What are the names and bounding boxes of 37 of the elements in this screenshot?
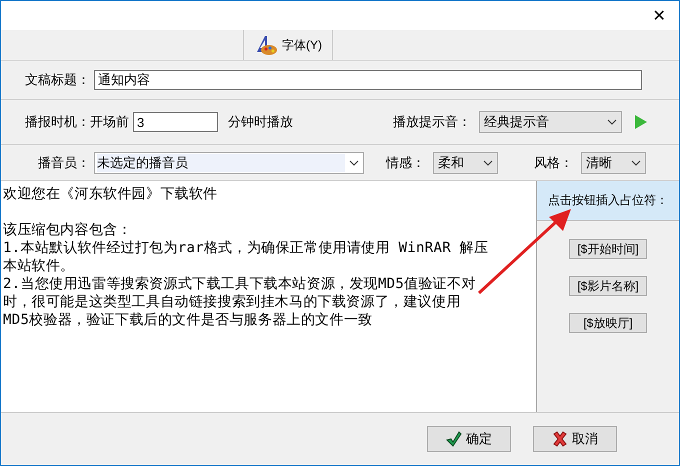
style-dropdown[interactable]: 清晰 (581, 152, 646, 174)
timing-label: 播报时机：开场前 (25, 113, 129, 131)
play-icon[interactable] (634, 114, 648, 130)
cross-icon (552, 431, 568, 447)
title-label: 文稿标题： (25, 71, 90, 89)
emotion-dropdown[interactable]: 柔和 (433, 152, 498, 174)
text-editor[interactable]: 欢迎您在《河东软件园》下载软件 该压缩包内容包含： 1.本站默认软件经过打包为rar格式，为确保正常使用请使用 WinRAR 解压 本站软件。 2.当您使用迅雷等搜索资源式下载工具下载本站资源，发现MD5值验证不对 时，很可能是这类型工具自动链接搜索到挂木马的下载资源了，建议使用 MD5校验器，验证下载后的文件是否与服务器上的文件一致 (1, 181, 537, 412)
chevron-down-icon (607, 119, 617, 125)
editor-line: 欢迎您在《河东软件园》下载软件 (3, 186, 218, 202)
title-input[interactable]: 通知内容 (94, 70, 642, 90)
editor-line: 该压缩包内容包含： (3, 222, 132, 238)
editor-line: 1.本站默认软件经过打包为rar格式，为确保正常使用请使用 WinRAR 解压 (3, 240, 488, 256)
close-button[interactable]: ✕ (639, 2, 679, 30)
editor-line: 时，很可能是这类型工具自动链接搜索到挂木马的下载资源了，建议使用 (3, 294, 461, 310)
sound-dropdown[interactable]: 经典提示音 (479, 111, 622, 133)
editor-line: 本站软件。 (3, 258, 74, 274)
style-label: 风格： (534, 154, 573, 172)
editor-line: MD5校验器，验证下载后的文件是否与服务器上的文件一致 (3, 312, 372, 328)
chevron-down-icon (349, 160, 359, 166)
font-palette-icon (254, 34, 278, 56)
font-button[interactable]: 字体(Y) (243, 30, 333, 60)
ok-button[interactable]: 确定 (427, 426, 511, 452)
sound-label: 播放提示音： (393, 113, 471, 131)
announcer-dropdown[interactable]: 未选定的播音员 (94, 152, 364, 174)
emotion-label: 情感： (386, 154, 425, 172)
chevron-down-icon (631, 160, 641, 166)
checkmark-icon (446, 431, 462, 447)
placeholder-button[interactable]: [$开始时间] (569, 239, 647, 259)
chevron-down-icon (483, 160, 493, 166)
minutes-input[interactable]: 3 (133, 112, 218, 132)
editor-line: 2.当您使用迅雷等搜索资源式下载工具下载本站资源，发现MD5值验证不对 (3, 276, 476, 292)
placeholder-button[interactable]: [$放映厅] (569, 313, 647, 333)
cancel-button[interactable]: 取消 (533, 426, 617, 452)
placeholder-header: 点击按钮插入占位符： (537, 181, 679, 221)
announcer-label: 播音员： (38, 154, 90, 172)
minutes-suffix: 分钟时播放 (228, 113, 293, 131)
placeholder-button[interactable]: [$影片名称] (569, 276, 647, 296)
